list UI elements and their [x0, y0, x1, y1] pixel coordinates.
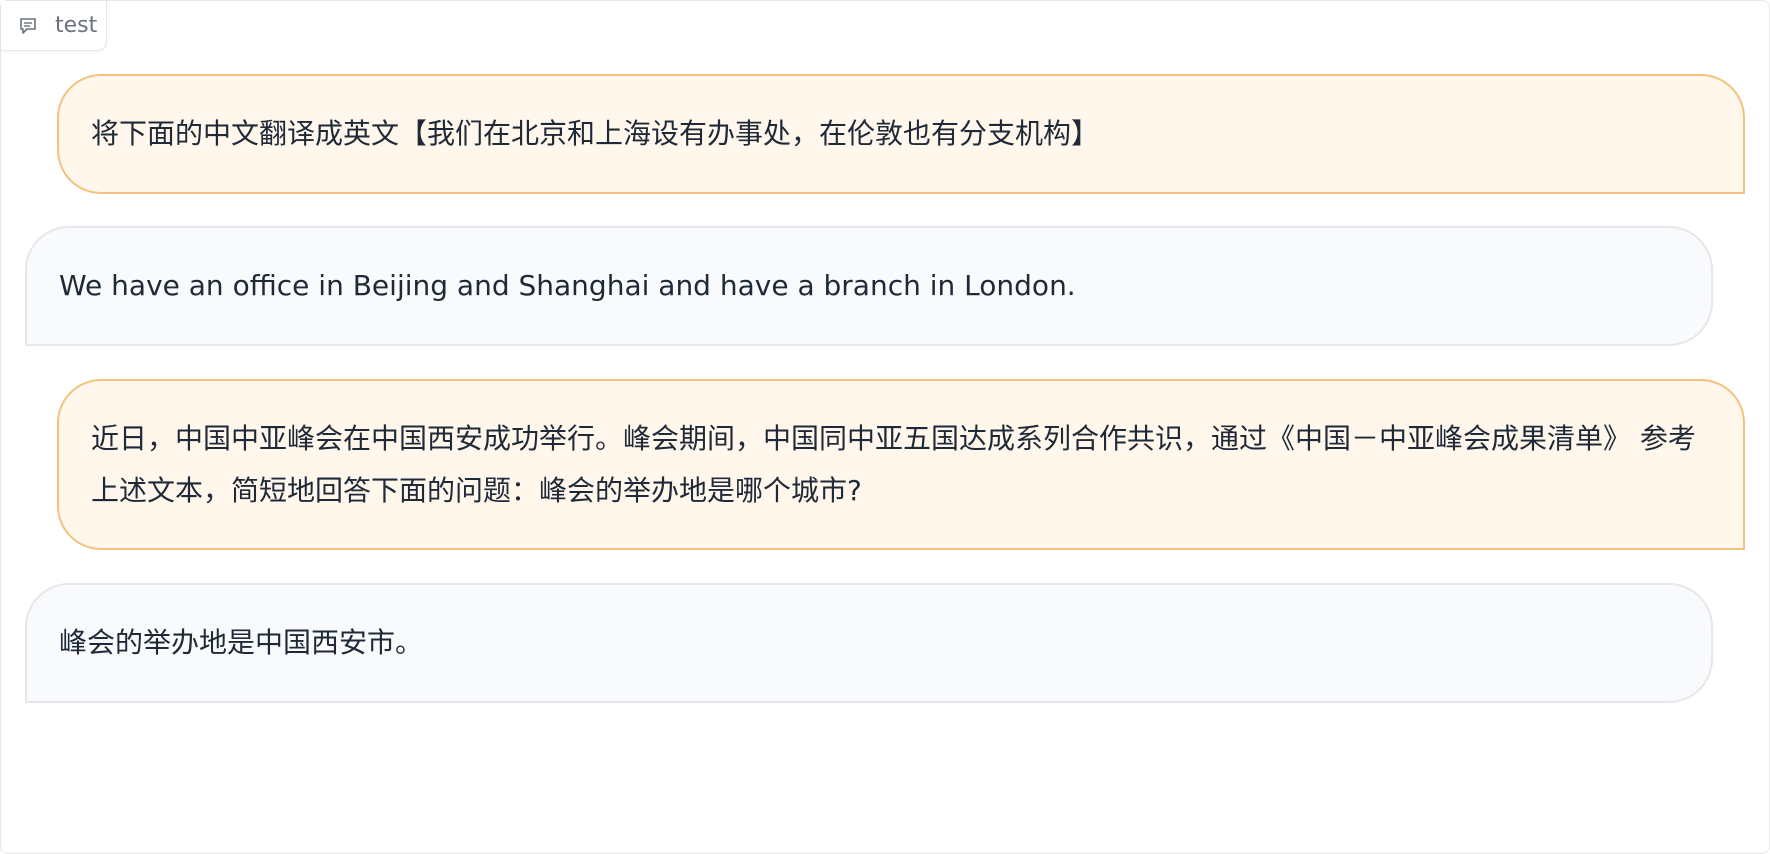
chatbot-label: test	[1, 1, 107, 51]
user-message: 将下面的中文翻译成英文【我们在北京和上海设有办事处，在伦敦也有分支机构】	[57, 74, 1745, 194]
message-text: 将下面的中文翻译成英文【我们在北京和上海设有办事处，在伦敦也有分支机构】	[91, 117, 1100, 150]
bot-message: 峰会的举办地是中国西安市。	[25, 583, 1713, 703]
user-message: 近日，中国中亚峰会在中国西安成功举行。峰会期间，中国同中亚五国达成系列合作共识，…	[57, 379, 1745, 550]
chat-icon	[17, 15, 39, 37]
message-text: We have an office in Beijing and Shangha…	[59, 269, 1076, 302]
message-text: 近日，中国中亚峰会在中国西安成功举行。峰会期间，中国同中亚五国达成系列合作共识，…	[91, 421, 1696, 507]
chatbot-label-text: test	[55, 13, 98, 38]
message-text: 峰会的举办地是中国西安市。	[59, 626, 424, 659]
bot-message: We have an office in Beijing and Shangha…	[25, 226, 1713, 346]
chatbot-panel: test 将下面的中文翻译成英文【我们在北京和上海设有办事处，在伦敦也有分支机构…	[0, 0, 1770, 854]
